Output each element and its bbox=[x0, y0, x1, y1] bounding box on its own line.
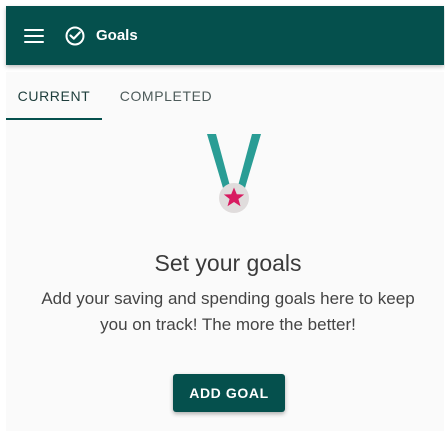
tab-bar: CURRENT COMPLETED bbox=[6, 72, 444, 120]
medal-star-icon bbox=[199, 132, 269, 228]
app-bar: Goals bbox=[6, 6, 444, 65]
app-frame: Goals CURRENT COMPLETED Set your goals A… bbox=[0, 0, 445, 431]
tab-current[interactable]: CURRENT bbox=[6, 72, 102, 120]
goal-check-icon bbox=[64, 25, 86, 47]
add-goal-button[interactable]: ADD GOAL bbox=[173, 374, 285, 412]
page-title: Goals bbox=[96, 27, 138, 44]
tab-completed[interactable]: COMPLETED bbox=[102, 72, 230, 120]
empty-state-headline: Set your goals bbox=[154, 250, 302, 276]
empty-state-description: Add your saving and spending goals here … bbox=[41, 289, 415, 334]
empty-state: Set your goals Add your saving and spend… bbox=[6, 120, 444, 431]
menu-icon[interactable] bbox=[24, 28, 44, 44]
